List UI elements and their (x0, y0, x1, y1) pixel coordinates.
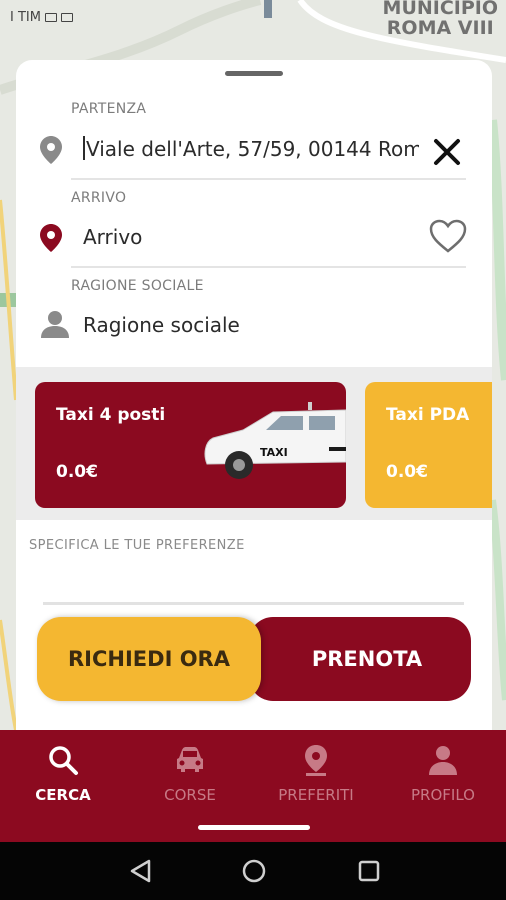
arrival-input[interactable]: Arrivo (83, 225, 142, 249)
vehicle-price: 0.0€ (386, 462, 428, 482)
vehicle-title: Taxi PDA (386, 405, 470, 425)
location-pin-icon (300, 745, 332, 780)
taxi-car-icon (203, 402, 347, 486)
nav-rides[interactable]: CORSE (130, 744, 250, 804)
car-icon (173, 747, 207, 780)
nav-label: PROFILO (411, 786, 475, 804)
company-label: RAGIONE SOCIALE (71, 278, 204, 294)
nav-label: CERCA (35, 786, 91, 804)
home-icon[interactable] (240, 857, 268, 889)
nav-search[interactable]: CERCA (3, 744, 123, 804)
heart-icon[interactable] (428, 218, 468, 258)
vehicle-title: Taxi 4 posti (56, 405, 166, 425)
clear-icon[interactable] (432, 137, 462, 171)
ride-request-panel: PARTENZA Viale dell'Arte, 57/59, 00144 R… (16, 60, 492, 740)
carrier-label: I TIM (10, 9, 41, 25)
vehicle-card-taxi-4[interactable]: Taxi 4 posti 0.0€ TAXI (35, 382, 347, 508)
book-button[interactable]: PRENOTA (249, 617, 471, 701)
drag-handle[interactable] (225, 71, 283, 76)
nav-label: PREFERITI (278, 786, 354, 804)
nav-label: CORSE (164, 786, 216, 804)
departure-value: Viale dell'Arte, 57/59, 00144 Roma (86, 137, 419, 161)
person-icon (40, 309, 70, 343)
preferences-label: SPECIFICA LE TUE PREFERENZE (29, 538, 245, 553)
request-now-button[interactable]: RICHIEDI ORA (37, 617, 261, 701)
status-bar: I TIM (0, 0, 506, 34)
taxi-badge: TAXI (260, 446, 288, 459)
text-cursor (83, 136, 85, 160)
nav-profile[interactable]: PROFILO (383, 744, 503, 804)
location-pin-icon (40, 136, 62, 168)
divider (71, 266, 466, 268)
departure-label: PARTENZA (71, 101, 147, 117)
arrival-label: ARRIVO (71, 190, 127, 206)
system-nav-bar (0, 842, 506, 900)
vehicle-price: 0.0€ (56, 462, 98, 482)
vehicle-card-taxi-pda[interactable]: Taxi PDA 0.0€ (365, 382, 492, 508)
preferences-input[interactable] (43, 602, 464, 605)
person-icon (427, 746, 459, 780)
screen-icon (44, 12, 57, 22)
search-icon (47, 746, 79, 780)
nav-favorites[interactable]: PREFERITI (256, 744, 376, 804)
divider (71, 178, 466, 180)
back-icon[interactable] (127, 857, 155, 889)
destination-pin-icon (40, 224, 62, 256)
company-input[interactable]: Ragione sociale (83, 313, 240, 337)
recents-icon[interactable] (355, 857, 383, 889)
departure-input[interactable]: Viale dell'Arte, 57/59, 00144 Roma (83, 136, 419, 161)
home-indicator[interactable] (198, 825, 310, 830)
mail-icon (60, 12, 73, 22)
